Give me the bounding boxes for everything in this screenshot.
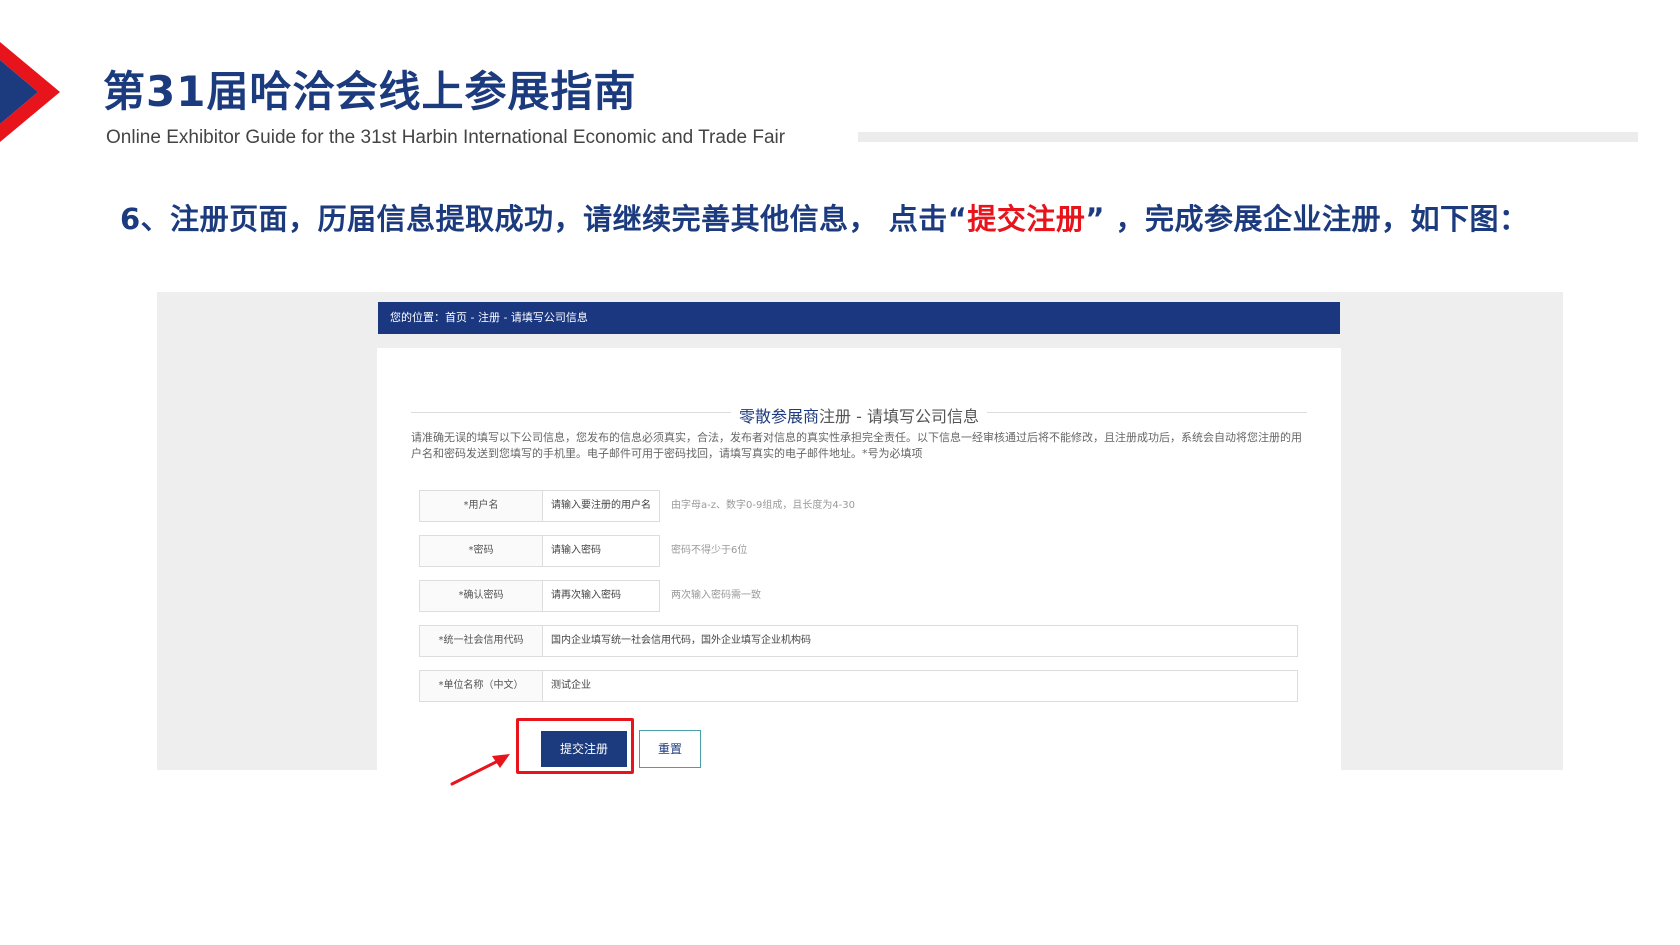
form-header: 零散参展商注册 - 请填写公司信息 — [411, 403, 1307, 427]
submit-registration-button[interactable]: 提交注册 — [541, 731, 627, 767]
breadcrumb: 您的位置：首页 - 注册 - 请填写公司信息 — [378, 302, 1340, 334]
password-hint: 密码不得少于6位 — [671, 545, 748, 556]
confirm-password-label: *确认密码 — [419, 580, 543, 612]
form-notice: 请准确无误的填写以下公司信息，您发布的信息必须真实，合法，发布者对信息的真实性承… — [411, 431, 1302, 460]
company-name-input[interactable]: 测试企业 — [542, 670, 1298, 702]
page-title: 第31届哈洽会线上参展指南 — [103, 67, 637, 116]
form-title-rest: 注册 - 请填写公司信息 — [819, 407, 979, 426]
credit-code-input[interactable]: 国内企业填写统一社会信用代码，国外企业填写企业机构码 — [542, 625, 1298, 657]
step-text-before: 6、注册页面，历届信息提取成功，请继续完善其他信息， 点击“ — [120, 202, 968, 236]
username-hint: 由字母a-z、数字0-9组成，且长度为4-30 — [671, 500, 856, 511]
logo-chevron-icon — [0, 42, 60, 142]
form-title: 零散参展商注册 - 请填写公司信息 — [731, 403, 987, 427]
username-label: *用户名 — [419, 490, 543, 522]
step-instruction: 6、注册页面，历届信息提取成功，请继续完善其他信息， 点击“提交注册” ，完成参… — [120, 196, 1529, 238]
company-name-label: *单位名称（中文） — [419, 670, 543, 702]
password-input[interactable]: 请输入密码 — [542, 535, 660, 567]
page-subtitle: Online Exhibitor Guide for the 31st Harb… — [106, 127, 786, 148]
subtitle-divider — [858, 132, 1638, 142]
username-input[interactable]: 请输入要注册的用户名 — [542, 490, 660, 522]
confirm-password-input[interactable]: 请再次输入密码 — [542, 580, 660, 612]
form-title-highlight: 零散参展商 — [739, 407, 820, 426]
registration-form: 零散参展商注册 - 请填写公司信息 请准确无误的填写以下公司信息，您发布的信息必… — [377, 348, 1341, 770]
registration-screenshot: 您的位置：首页 - 注册 - 请填写公司信息 零散参展商注册 - 请填写公司信息… — [157, 292, 1563, 770]
pointer-arrow-icon — [450, 754, 510, 786]
step-text-after: ” ，完成参展企业注册，如下图： — [1085, 202, 1529, 236]
password-label: *密码 — [419, 535, 543, 567]
step-text-highlight: 提交注册 — [967, 202, 1086, 236]
credit-code-label: *统一社会信用代码 — [419, 625, 543, 657]
confirm-password-hint: 两次输入密码需一致 — [671, 590, 761, 601]
reset-button[interactable]: 重置 — [639, 730, 701, 768]
